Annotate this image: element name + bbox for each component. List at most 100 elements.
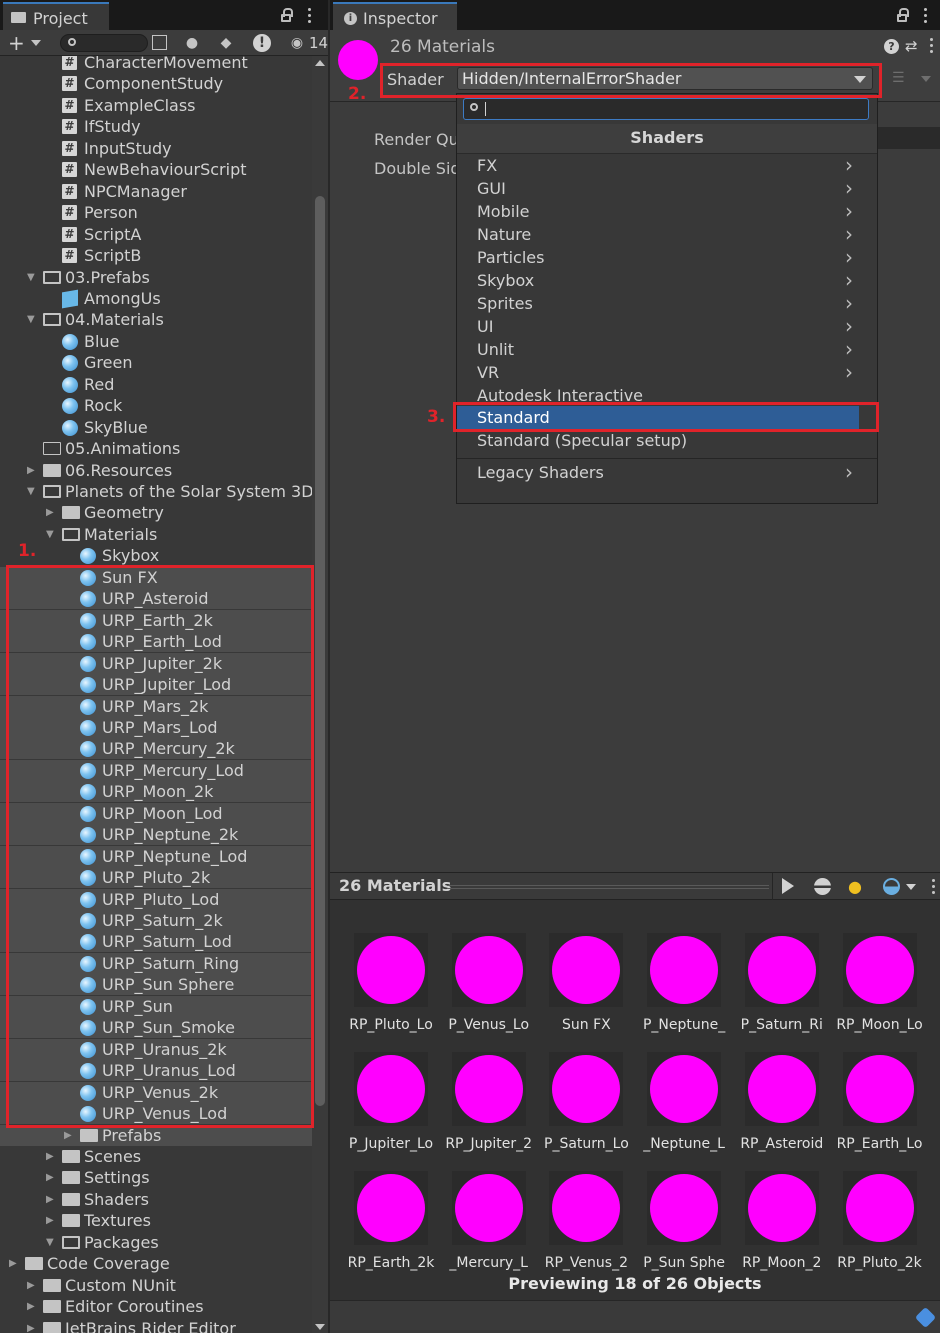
tree-row[interactable]: # ScriptB bbox=[0, 245, 312, 266]
search-by-type-icon[interactable] bbox=[152, 35, 167, 50]
eye-icon[interactable]: ◉ bbox=[288, 35, 306, 51]
lock-icon[interactable] bbox=[897, 8, 909, 22]
tree-row[interactable]: Skybox bbox=[0, 545, 312, 566]
material-thumbnail[interactable]: RP_Venus_2 bbox=[545, 1171, 628, 1271]
tree-row[interactable]: ▼ 04.Materials bbox=[0, 309, 312, 330]
tree-row[interactable]: # IfStudy bbox=[0, 116, 312, 137]
collapse-arrow-icon[interactable]: ▶ bbox=[46, 1210, 54, 1231]
material-thumbnail[interactable]: P_Saturn_Lo bbox=[544, 1052, 629, 1152]
material-thumbnail[interactable]: RP_Earth_Lo bbox=[837, 1052, 922, 1152]
tree-row[interactable]: # ExampleClass bbox=[0, 95, 312, 116]
material-thumbnail[interactable]: RP_Earth_2k bbox=[348, 1171, 434, 1271]
warning-icon[interactable]: ! bbox=[253, 34, 271, 52]
shader-menu-item[interactable]: Nature › bbox=[457, 223, 877, 246]
collapse-arrow-icon[interactable]: ▶ bbox=[46, 1167, 54, 1188]
kebab-menu-icon[interactable] bbox=[924, 8, 928, 24]
chevron-down-icon[interactable] bbox=[906, 884, 916, 890]
preview-sphere-icon[interactable] bbox=[814, 878, 831, 895]
shader-menu-item[interactable]: Legacy Shaders › bbox=[457, 461, 877, 484]
tree-row[interactable]: ▼ 03.Prefabs bbox=[0, 267, 312, 288]
collapse-arrow-icon[interactable]: ▶ bbox=[46, 1146, 54, 1167]
material-thumbnail[interactable]: RP_Moon_2 bbox=[742, 1171, 821, 1271]
material-thumbnail[interactable]: Sun FX bbox=[549, 933, 624, 1033]
help-icon[interactable]: ? bbox=[884, 39, 899, 54]
tree-row[interactable]: # ComponentStudy bbox=[0, 73, 312, 94]
shader-menu-item[interactable]: Particles › bbox=[457, 246, 877, 269]
material-thumbnail[interactable]: _Mercury_L bbox=[449, 1171, 528, 1271]
collapse-arrow-icon[interactable]: ▶ bbox=[27, 460, 35, 481]
tree-row[interactable]: Rock bbox=[0, 395, 312, 416]
tree-row[interactable]: Red bbox=[0, 374, 312, 395]
tree-row[interactable]: ▶ 06.Resources bbox=[0, 460, 312, 481]
expand-arrow-icon[interactable]: ▼ bbox=[27, 267, 35, 288]
material-thumbnail[interactable]: RP_Jupiter_2 bbox=[445, 1052, 532, 1152]
search-input[interactable] bbox=[60, 34, 148, 52]
expand-arrow-icon[interactable]: ▼ bbox=[27, 309, 35, 330]
shader-menu-item[interactable]: Standard (Specular setup) bbox=[457, 429, 877, 452]
project-scrollbar[interactable] bbox=[312, 56, 328, 1333]
expand-arrow-icon[interactable]: ▼ bbox=[46, 1232, 54, 1253]
tree-row[interactable]: ▼ Packages bbox=[0, 1232, 312, 1253]
tree-row[interactable]: ▶ Custom NUnit bbox=[0, 1275, 312, 1296]
material-thumbnail[interactable]: RP_Moon_Lo bbox=[836, 933, 923, 1033]
play-icon[interactable] bbox=[782, 878, 794, 894]
tree-row[interactable]: SkyBlue bbox=[0, 417, 312, 438]
render-queue-field[interactable] bbox=[878, 127, 940, 149]
tree-row[interactable]: ▶ JetBrains Rider Editor bbox=[0, 1318, 312, 1333]
tree-row[interactable]: ▶ Shaders bbox=[0, 1189, 312, 1210]
tree-row[interactable]: # NPCManager bbox=[0, 181, 312, 202]
material-thumbnail[interactable]: RP_Asteroid bbox=[740, 1052, 823, 1152]
chevron-down-icon[interactable] bbox=[31, 40, 41, 46]
tree-row[interactable]: # CharacterMovement bbox=[0, 56, 312, 73]
collapse-arrow-icon[interactable]: ▶ bbox=[27, 1318, 35, 1333]
lighting-icon[interactable]: ● bbox=[848, 877, 862, 896]
filter-type-icon[interactable]: ● bbox=[184, 35, 200, 51]
tree-row[interactable]: ▶ Geometry bbox=[0, 502, 312, 523]
kebab-menu-icon[interactable] bbox=[308, 8, 312, 24]
tree-row[interactable]: Blue bbox=[0, 331, 312, 352]
chevron-down-icon[interactable] bbox=[921, 76, 931, 82]
material-thumbnail[interactable]: P_Saturn_Ri bbox=[741, 933, 823, 1033]
preview-drag-handle[interactable] bbox=[447, 885, 769, 889]
shader-menu-item[interactable]: Skybox › bbox=[457, 269, 877, 292]
shader-menu-item[interactable]: UI › bbox=[457, 315, 877, 338]
tree-row[interactable]: # Person bbox=[0, 202, 312, 223]
collapse-arrow-icon[interactable]: ▶ bbox=[9, 1253, 17, 1274]
tree-row[interactable]: ▶ Settings bbox=[0, 1167, 312, 1188]
material-thumbnail[interactable]: P_Sun Sphe bbox=[643, 1171, 725, 1271]
shader-menu-item[interactable]: GUI › bbox=[457, 177, 877, 200]
tree-row[interactable]: # InputStudy bbox=[0, 138, 312, 159]
collapse-arrow-icon[interactable]: ▶ bbox=[46, 502, 54, 523]
tree-row[interactable]: ▶ Editor Coroutines bbox=[0, 1296, 312, 1317]
material-thumbnail[interactable]: P_Venus_Lo bbox=[448, 933, 529, 1033]
add-icon[interactable]: + bbox=[8, 31, 25, 55]
tree-row[interactable]: # ScriptA bbox=[0, 224, 312, 245]
component-menu-icon[interactable] bbox=[930, 38, 934, 54]
expand-arrow-icon[interactable]: ▼ bbox=[46, 524, 54, 545]
tree-row[interactable]: ▼ Materials bbox=[0, 524, 312, 545]
shader-menu-item[interactable]: Mobile › bbox=[457, 200, 877, 223]
material-thumbnail[interactable]: RP_Pluto_Lo bbox=[349, 933, 433, 1033]
tab-project[interactable]: Project bbox=[3, 2, 109, 30]
shader-menu-item[interactable]: VR › bbox=[457, 361, 877, 384]
tree-row[interactable]: ▶ Textures bbox=[0, 1210, 312, 1231]
material-thumbnail[interactable]: RP_Pluto_2k bbox=[837, 1171, 922, 1271]
label-filter-icon[interactable]: ◆ bbox=[218, 35, 234, 51]
tree-row[interactable]: # NewBehaviourScript bbox=[0, 159, 312, 180]
background-icon[interactable] bbox=[883, 878, 900, 895]
shader-menu-item[interactable]: Unlit › bbox=[457, 338, 877, 361]
scroll-up-icon[interactable] bbox=[315, 60, 325, 66]
expand-arrow-icon[interactable]: ▼ bbox=[27, 481, 35, 502]
preview-menu-icon[interactable] bbox=[932, 879, 936, 895]
material-thumbnail[interactable]: _Neptune_L bbox=[643, 1052, 725, 1152]
shader-menu-item[interactable]: Sprites › bbox=[457, 292, 877, 315]
tree-row[interactable]: AmongUs bbox=[0, 288, 312, 309]
tree-row[interactable]: 05.Animations bbox=[0, 438, 312, 459]
material-thumbnail[interactable]: P_Jupiter_Lo bbox=[349, 1052, 433, 1152]
tree-row[interactable]: ▼ Planets of the Solar System 3D bbox=[0, 481, 312, 502]
material-thumbnail[interactable]: P_Neptune_ bbox=[643, 933, 725, 1033]
scroll-down-icon[interactable] bbox=[315, 1324, 325, 1330]
collapse-arrow-icon[interactable]: ▶ bbox=[27, 1275, 35, 1296]
tab-inspector[interactable]: i Inspector bbox=[333, 2, 457, 30]
scroll-thumb[interactable] bbox=[315, 196, 325, 1106]
